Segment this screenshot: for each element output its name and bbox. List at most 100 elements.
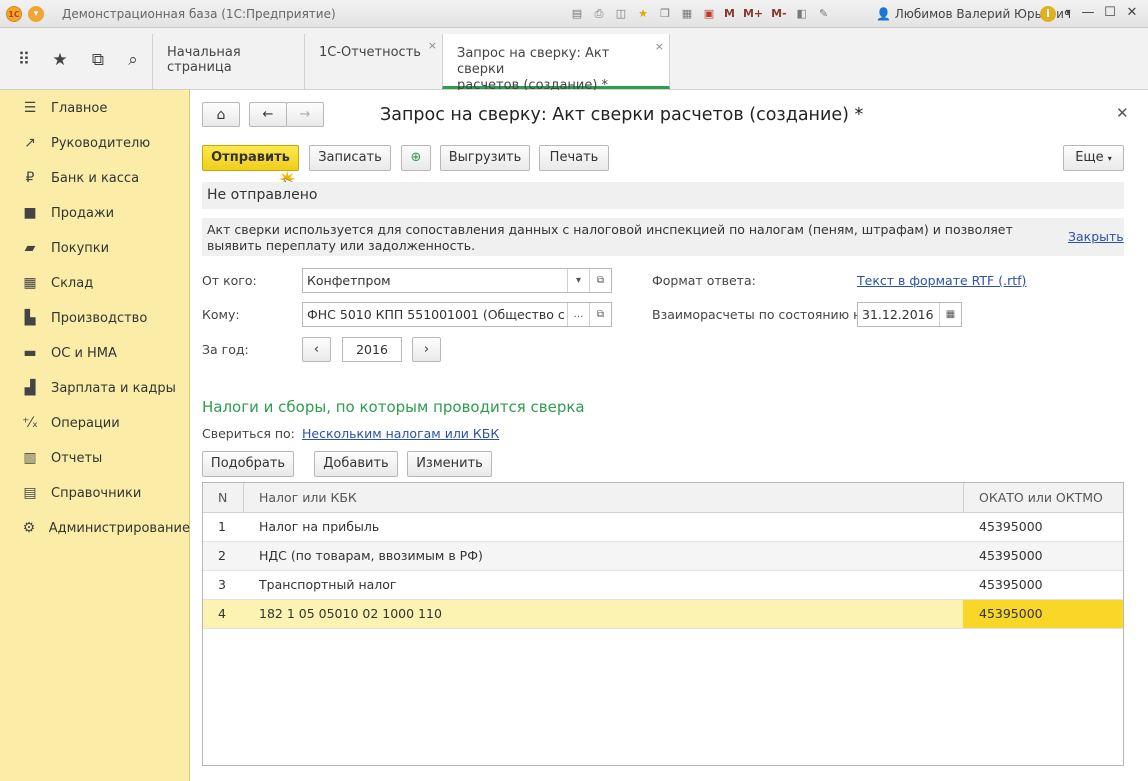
date-label: Взаиморасчеты по состоянию на: bbox=[652, 307, 874, 322]
table-row[interactable]: 1 Налог на прибыль 45395000 bbox=[203, 513, 1123, 542]
pick-button[interactable]: Подобрать bbox=[202, 451, 294, 477]
to-value: ФНС 5010 КПП 551001001 (Общество с огр bbox=[307, 307, 591, 322]
document-plus-icon: ⊕ bbox=[410, 150, 422, 165]
sidebar-item-reports[interactable]: ▥ Отчеты bbox=[0, 446, 190, 470]
info-icon[interactable]: i bbox=[1040, 6, 1056, 22]
window-title: Демонстрационная база (1С:Предприятие) bbox=[62, 7, 336, 21]
date-field[interactable]: 31.12.2016 ▦ bbox=[857, 302, 962, 327]
reconcile-link[interactable]: Нескольким налогам или КБК bbox=[302, 426, 499, 441]
sidebar-item-main[interactable]: ☰ Главное bbox=[0, 96, 190, 120]
title-toolbar: ▤ ⎙ ◫ ★ ❐ ▦ ▣ M M+ M- ◧ ✎ bbox=[568, 5, 833, 23]
create-based-on-button[interactable]: ⊕ bbox=[401, 145, 431, 171]
forward-button[interactable]: → bbox=[286, 102, 324, 127]
maximize-icon[interactable]: ☐ bbox=[1100, 3, 1120, 23]
more-button[interactable]: Еще ▾ bbox=[1063, 145, 1124, 171]
add-button[interactable]: Добавить bbox=[314, 451, 398, 477]
year-label: За год: bbox=[202, 342, 249, 357]
sidebar-item-purchases[interactable]: ▰ Покупки bbox=[0, 236, 190, 260]
minimize-icon[interactable]: — bbox=[1078, 3, 1098, 23]
search-icon[interactable]: ⌕ bbox=[121, 48, 145, 72]
cell-okato-active[interactable]: 45395000 bbox=[963, 600, 1123, 628]
tab-reporting[interactable]: 1С-Отчетность × bbox=[304, 34, 442, 89]
close-info-link[interactable]: Закрыть bbox=[1068, 229, 1124, 245]
calculator-icon[interactable]: ▦ bbox=[678, 5, 696, 23]
menu-icon: ☰ bbox=[23, 100, 37, 116]
chevron-down-icon[interactable]: ▾ bbox=[567, 269, 589, 292]
sidebar-item-production[interactable]: ▙ Производство bbox=[0, 306, 190, 330]
table-row[interactable]: 3 Транспортный налог 45395000 bbox=[203, 571, 1123, 600]
open-icon[interactable]: ⧉ bbox=[589, 303, 611, 326]
sidebar-item-warehouse[interactable]: ▦ Склад bbox=[0, 271, 190, 295]
memory-minus-button[interactable]: M- bbox=[769, 5, 789, 23]
cell-n: 3 bbox=[218, 577, 226, 592]
sidebar-item-salary[interactable]: ▟ Зарплата и кадры bbox=[0, 376, 190, 400]
favorites-star-icon[interactable]: ★ bbox=[48, 48, 72, 72]
tab-home[interactable]: Начальная страница bbox=[152, 34, 304, 89]
main-menu-icon[interactable]: ▾ bbox=[28, 6, 44, 22]
from-value: Конфетпром bbox=[307, 273, 391, 288]
column-header-okato[interactable]: ОКАТО или ОКТМО bbox=[979, 483, 1103, 512]
apps-grid-icon[interactable]: ⠿ bbox=[12, 48, 36, 72]
panel-icon[interactable]: ◧ bbox=[793, 5, 811, 23]
cell-n: 4 bbox=[218, 606, 226, 621]
calendar-icon[interactable]: ▣ bbox=[700, 5, 718, 23]
print-icon[interactable]: ⎙ bbox=[590, 5, 608, 23]
status-text: Не отправлено bbox=[202, 182, 1124, 209]
arrow-right-icon: → bbox=[299, 107, 311, 122]
memory-button[interactable]: M bbox=[722, 5, 737, 23]
favorites-icon[interactable]: ★ bbox=[634, 5, 652, 23]
table-row-selected[interactable]: 4 182 1 05 05010 02 1000 110 45395000 bbox=[203, 600, 1123, 629]
tools-icon[interactable]: ✎ bbox=[815, 5, 833, 23]
prev-year-button[interactable]: ‹ bbox=[302, 337, 331, 362]
gear-icon: ⚙ bbox=[22, 520, 36, 536]
date-value: 31.12.2016 bbox=[862, 307, 934, 322]
column-header-tax[interactable]: Налог или КБК bbox=[259, 483, 357, 512]
export-button[interactable]: Выгрузить bbox=[440, 145, 530, 171]
home-button[interactable]: ⌂ bbox=[202, 102, 240, 127]
reconcile-label: Свериться по: bbox=[202, 426, 295, 441]
memory-plus-button[interactable]: M+ bbox=[741, 5, 765, 23]
column-header-n[interactable]: N bbox=[218, 483, 227, 512]
arrow-left-icon: ← bbox=[262, 107, 274, 122]
truck-icon: ▬ bbox=[23, 345, 37, 361]
sidebar-item-assets[interactable]: ▬ ОС и НМА bbox=[0, 341, 190, 365]
sidebar-item-operations[interactable]: ⁺⁄ₓ Операции bbox=[0, 411, 190, 435]
preview-icon[interactable]: ◫ bbox=[612, 5, 630, 23]
year-field[interactable]: 2016 bbox=[342, 337, 402, 362]
cell-tax: Налог на прибыль bbox=[259, 519, 380, 534]
close-form-icon[interactable]: ✕ bbox=[1116, 104, 1129, 122]
calendar-icon[interactable]: ▦ bbox=[939, 303, 961, 326]
from-field[interactable]: Конфетпром ▾ ⧉ bbox=[302, 268, 612, 293]
chevron-down-icon: ▾ bbox=[1107, 154, 1112, 163]
open-icon[interactable]: ⧉ bbox=[589, 269, 611, 292]
cell-okato: 45395000 bbox=[979, 577, 1043, 592]
print-button[interactable]: Печать bbox=[539, 145, 609, 171]
cell-tax: 182 1 05 05010 02 1000 110 bbox=[259, 606, 442, 621]
back-button[interactable]: ← bbox=[249, 102, 287, 127]
table-row[interactable]: 2 НДС (по товарам, ввозимым в РФ) 453950… bbox=[203, 542, 1123, 571]
next-year-button[interactable]: › bbox=[412, 337, 441, 362]
dropdown-icon[interactable]: ▾ bbox=[1058, 3, 1078, 23]
format-link[interactable]: Текст в формате RTF (.rtf) bbox=[857, 273, 1026, 288]
sidebar-item-catalogs[interactable]: ▤ Справочники bbox=[0, 481, 190, 505]
close-tab-icon[interactable]: × bbox=[655, 39, 664, 55]
select-icon[interactable]: … bbox=[567, 303, 589, 326]
sidebar-item-admin[interactable]: ⚙ Администрирование bbox=[0, 516, 190, 540]
close-window-icon[interactable]: ✕ bbox=[1122, 3, 1142, 23]
history-icon[interactable]: ⧉ bbox=[86, 48, 110, 72]
factory-icon: ▙ bbox=[24, 310, 36, 326]
table-header: N Налог или КБК ОКАТО или ОКТМО bbox=[203, 483, 1123, 513]
edit-button[interactable]: Изменить bbox=[407, 451, 492, 477]
chevron-right-icon: › bbox=[423, 342, 430, 357]
close-tab-icon[interactable]: × bbox=[428, 39, 437, 52]
tab-label: Начальная страница bbox=[167, 45, 241, 75]
save-icon[interactable]: ▤ bbox=[568, 5, 586, 23]
to-field[interactable]: ФНС 5010 КПП 551001001 (Общество с огр …… bbox=[302, 302, 612, 327]
copy-icon[interactable]: ❐ bbox=[656, 5, 674, 23]
sidebar-item-bank[interactable]: ₽ Банк и касса bbox=[0, 166, 190, 190]
sidebar-item-sales[interactable]: ■ Продажи bbox=[0, 201, 190, 225]
sidebar-item-manager[interactable]: ↗ Руководителю bbox=[0, 131, 190, 155]
save-button[interactable]: Записать bbox=[309, 145, 391, 171]
page-title: Запрос на сверку: Акт сверки расчетов (с… bbox=[380, 105, 864, 125]
tab-reconciliation[interactable]: Запрос на сверку: Акт сверки расчетов (с… bbox=[442, 34, 670, 93]
